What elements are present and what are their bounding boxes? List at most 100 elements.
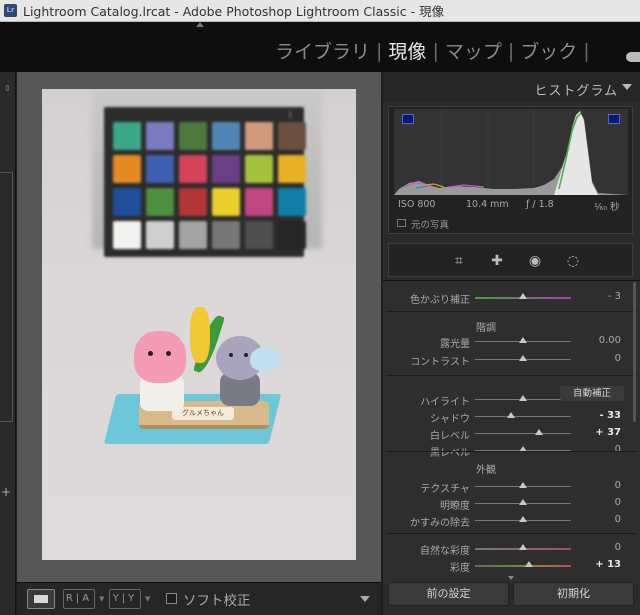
original-photo-checkbox[interactable] xyxy=(397,219,406,227)
module-separator: | xyxy=(583,39,590,62)
shadow-clipping-icon[interactable] xyxy=(402,114,414,124)
slider-label: ハイライト xyxy=(420,397,470,408)
slider-thumb[interactable] xyxy=(519,516,527,522)
slider-value[interactable]: 0.00 xyxy=(599,335,621,346)
slider-value[interactable]: 0 xyxy=(615,497,621,508)
masking-icon[interactable]: ◌ xyxy=(564,252,582,270)
previous-settings-button[interactable]: 前の設定 xyxy=(388,582,509,606)
image-canvas[interactable]: I グルメちゃん xyxy=(17,72,381,582)
chevron-down-icon[interactable]: ▼ xyxy=(145,595,150,603)
lightroom-app-icon: Lr xyxy=(4,4,17,17)
before-after-swap-button[interactable]: Y|Y xyxy=(109,589,141,609)
slider-thumb[interactable] xyxy=(519,544,527,550)
slider-value[interactable]: - 33 xyxy=(599,410,621,421)
slider-label: テクスチャ xyxy=(420,484,470,495)
color-patch xyxy=(245,155,273,183)
color-checker-card: I xyxy=(104,107,306,257)
slider-label: シャドウ xyxy=(430,414,470,425)
before-after-button[interactable]: R|A xyxy=(63,589,95,609)
left-panel-frame xyxy=(0,172,13,422)
window-title-bar: Lr Lightroom Catalog.lrcat - Adobe Photo… xyxy=(0,0,640,22)
bottom-toolbar: R|A ▼ Y|Y ▼ ソフト校正 xyxy=(17,582,381,615)
slider-thumb[interactable] xyxy=(519,499,527,505)
reset-button[interactable]: 初期化 xyxy=(513,582,634,606)
module-book[interactable]: ブック xyxy=(518,37,579,64)
chevron-down-icon[interactable]: ▼ xyxy=(99,595,104,603)
red-eye-icon[interactable]: ◉ xyxy=(526,252,544,270)
soft-proof-checkbox[interactable] xyxy=(166,593,177,604)
add-icon[interactable]: + xyxy=(1,485,11,499)
slider-row: 彩度 + 13 xyxy=(383,557,640,574)
module-library[interactable]: ライブラリ xyxy=(273,37,372,64)
color-patch xyxy=(278,122,306,150)
iso-value: ISO 800 xyxy=(398,199,436,210)
color-patch xyxy=(113,155,141,183)
slider-track[interactable] xyxy=(475,565,571,567)
highlight-clipping-icon[interactable] xyxy=(608,114,620,124)
spot-removal-icon[interactable]: ✚ xyxy=(488,252,506,270)
histogram-panel: ISO 800 10.4 mm ƒ / 1.8 ¹⁄₆₀ 秒 元の写真 xyxy=(388,106,633,234)
tint-value[interactable]: - 3 xyxy=(608,291,621,302)
module-develop[interactable]: 現像 xyxy=(386,37,428,64)
original-photo-label: 元の写真 xyxy=(411,220,450,231)
auto-tone-button[interactable]: 自動補正 xyxy=(560,386,624,401)
slider-value[interactable]: 0 xyxy=(615,542,621,553)
color-patch xyxy=(113,188,141,216)
histogram-graph[interactable] xyxy=(394,109,628,195)
toolbar-menu-icon[interactable] xyxy=(360,596,370,602)
slider-label: コントラスト xyxy=(410,357,470,368)
slider-track[interactable] xyxy=(475,433,571,434)
slider-value[interactable]: 0 xyxy=(615,444,621,455)
focal-length: 10.4 mm xyxy=(466,199,509,210)
cat-eye xyxy=(166,351,171,356)
slider-thumb[interactable] xyxy=(506,412,515,418)
color-patch xyxy=(245,188,273,216)
module-picker: ライブラリ | 現像 | マップ | ブック | xyxy=(0,22,640,72)
tint-slider-thumb[interactable] xyxy=(519,293,527,299)
slider-label: 自然な彩度 xyxy=(420,546,470,557)
slider-label: 彩度 xyxy=(450,563,470,574)
collapse-top-panel-icon[interactable] xyxy=(196,22,204,27)
slider-thumb[interactable] xyxy=(519,337,527,343)
slider-thumb[interactable] xyxy=(524,561,533,567)
module-map[interactable]: マップ xyxy=(443,37,504,64)
color-patch xyxy=(245,122,273,150)
develop-tool-strip: ⌗ ✚ ◉ ◌ xyxy=(388,243,633,277)
slider-thumb[interactable] xyxy=(519,395,527,401)
color-patch xyxy=(179,188,207,216)
histogram-title: ヒストグラム xyxy=(534,84,618,99)
panel-scrollbar[interactable] xyxy=(633,282,636,422)
section-divider xyxy=(386,533,637,534)
slider-row: テクスチャ 0 xyxy=(383,478,640,495)
slider-value[interactable]: 0 xyxy=(615,514,621,525)
color-patch xyxy=(245,221,273,249)
color-patch xyxy=(146,188,174,216)
panel-collapse-icon[interactable] xyxy=(622,84,632,90)
slider-thumb[interactable] xyxy=(519,482,527,488)
color-patch xyxy=(278,188,306,216)
color-patch xyxy=(113,122,141,150)
slider-thumb[interactable] xyxy=(519,355,527,361)
crop-icon[interactable]: ⌗ xyxy=(450,252,468,270)
histogram-header[interactable]: ヒストグラム xyxy=(383,72,640,102)
section-divider xyxy=(386,375,637,376)
photo-preview[interactable]: I グルメちゃん xyxy=(42,89,356,560)
color-patch xyxy=(212,155,240,183)
slider-value[interactable]: + 13 xyxy=(595,559,621,570)
slider-value[interactable]: 0 xyxy=(615,353,621,364)
cloud-sync-icon[interactable] xyxy=(626,52,640,62)
slider-row: 明瞭度 0 xyxy=(383,495,640,512)
slider-value[interactable]: 0 xyxy=(615,480,621,491)
slider-row: 露光量 0.00 xyxy=(383,333,640,350)
color-checker-grid xyxy=(113,122,306,249)
slider-value[interactable]: + 37 xyxy=(595,427,621,438)
slider-row: 自然な彩度 0 xyxy=(383,540,640,557)
loupe-view-icon[interactable] xyxy=(27,589,55,609)
slider-label: 白レベル xyxy=(430,431,470,442)
slider-track[interactable] xyxy=(475,416,571,417)
panel-updown-icon[interactable]: ⇕ xyxy=(4,84,11,93)
color-patch xyxy=(212,221,240,249)
slider-thumb[interactable] xyxy=(535,429,544,435)
creature-eye xyxy=(229,353,233,357)
tint-slider-row: 色かぶり補正 - 3 xyxy=(383,289,640,306)
